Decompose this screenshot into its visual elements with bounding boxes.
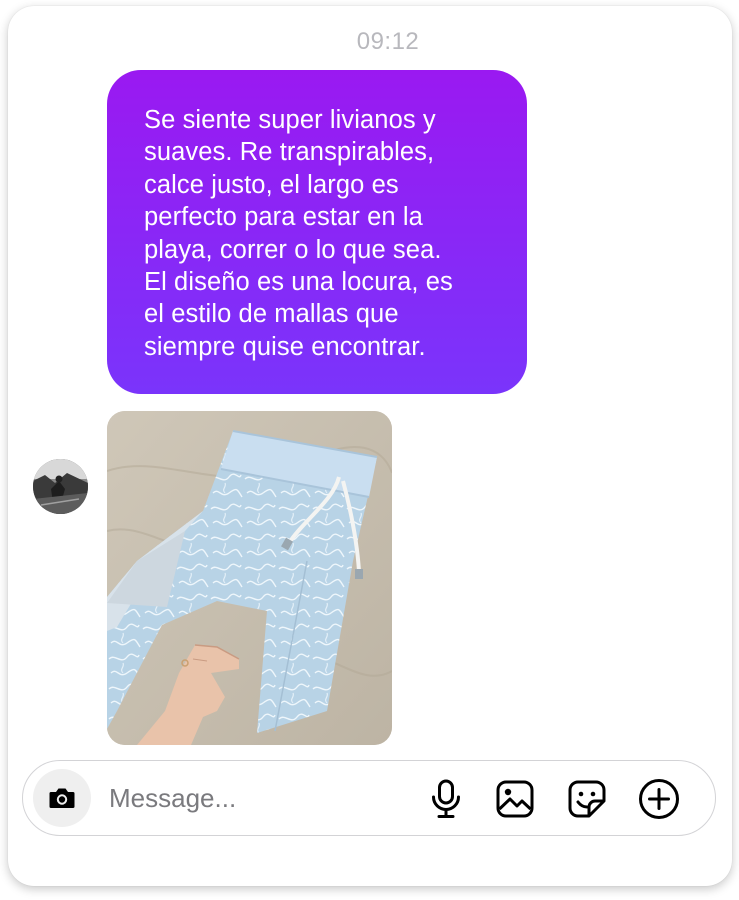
shared-photo[interactable] <box>107 411 392 745</box>
avatar[interactable] <box>33 459 88 514</box>
sent-message-bubble[interactable]: Se siente super livianos y suaves. Re tr… <box>107 70 527 394</box>
message-timestamp: 09:12 <box>356 28 420 55</box>
message-text: Se siente super livianos y suaves. Re tr… <box>144 106 453 361</box>
sticker-icon <box>568 780 606 818</box>
voice-message-button[interactable] <box>425 778 467 820</box>
shorts-photo-image <box>107 411 392 745</box>
message-composer <box>22 760 716 836</box>
message-input[interactable] <box>109 777 409 819</box>
gallery-icon <box>496 780 534 818</box>
sticker-button[interactable] <box>566 778 608 820</box>
camera-button[interactable] <box>33 769 91 827</box>
avatar-photo <box>33 459 88 514</box>
gallery-button[interactable] <box>494 778 536 820</box>
camera-icon <box>49 788 75 808</box>
more-options-button[interactable] <box>638 778 680 820</box>
microphone-icon <box>432 779 460 818</box>
plus-circle-icon <box>639 779 679 819</box>
